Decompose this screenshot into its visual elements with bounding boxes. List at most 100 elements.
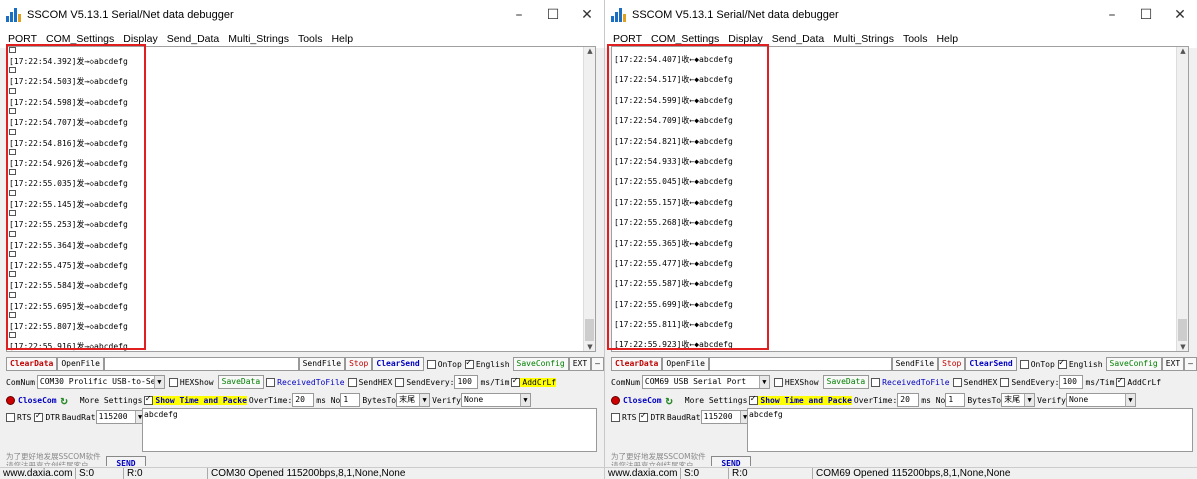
close-button[interactable]: ✕	[1163, 0, 1197, 30]
hexshow-checkbox[interactable]: HEXShow	[168, 377, 214, 387]
add-crlf-checkbox[interactable]: AddCrLf	[1116, 376, 1161, 387]
vertical-scrollbar[interactable]: ▲ ▼	[1176, 47, 1188, 351]
save-data-button[interactable]: SaveData	[822, 375, 870, 389]
save-data-button[interactable]: SaveData	[217, 375, 265, 389]
highlight-rectangle	[607, 44, 769, 350]
baud-select[interactable]: 115200 ▼	[700, 410, 751, 424]
minimize-button[interactable]: –	[502, 0, 536, 30]
scroll-up-icon[interactable]: ▲	[584, 47, 595, 55]
menu-help[interactable]: Help	[331, 33, 353, 45]
no-input[interactable]: 1	[945, 393, 966, 407]
open-file-button[interactable]: OpenFile	[57, 357, 104, 371]
baud-select[interactable]: 115200 ▼	[95, 410, 146, 424]
collapse-button[interactable]: —	[591, 357, 604, 371]
verify-select[interactable]: None ▼	[460, 393, 531, 407]
rts-checkbox[interactable]: RTS	[611, 412, 636, 422]
refresh-icon[interactable]: ↻	[61, 393, 68, 407]
menu-multi-strings[interactable]: Multi_Strings	[833, 33, 894, 45]
ms-no-label: ms No	[316, 395, 341, 405]
send-text-area[interactable]: abcdefg	[142, 408, 597, 452]
rts-checkbox[interactable]: RTS	[6, 412, 31, 422]
ontop-checkbox[interactable]: OnTop	[1019, 359, 1055, 369]
baud-label: BaudRat	[61, 412, 96, 422]
add-crlf-checkbox[interactable]: AddCrLf	[511, 376, 557, 387]
port-status-icon	[611, 395, 620, 405]
status-url[interactable]: www.daxia.com	[605, 468, 681, 479]
scroll-thumb[interactable]	[1178, 319, 1187, 341]
verify-label: Verify	[1037, 395, 1066, 405]
settings-row-3: RTS DTR BaudRat 115200▼	[611, 409, 751, 425]
close-button[interactable]: ✕	[570, 0, 604, 30]
overtime-input[interactable]: 20	[897, 393, 920, 407]
ms-no-label: ms No	[921, 395, 946, 405]
send-file-button[interactable]: SendFile	[891, 357, 939, 371]
send-every-checkbox[interactable]: SendEvery:	[1000, 377, 1059, 387]
send-every-checkbox[interactable]: SendEvery:	[395, 377, 454, 387]
title-bar[interactable]: SSCOM V5.13.1 Serial/Net data debugger –…	[605, 0, 1197, 30]
hexshow-checkbox[interactable]: HEXShow	[773, 377, 819, 387]
open-file-button[interactable]: OpenFile	[662, 357, 709, 371]
collapse-button[interactable]: —	[1184, 357, 1197, 371]
ext-button[interactable]: EXT	[1161, 357, 1185, 371]
save-config-button[interactable]: SaveConfig	[512, 357, 569, 371]
maximize-button[interactable]: ☐	[1129, 0, 1163, 30]
received-to-file-checkbox[interactable]: ReceivedToFile	[266, 377, 345, 387]
received-to-file-checkbox[interactable]: ReceivedToFile	[871, 377, 950, 387]
minimize-button[interactable]: –	[1095, 0, 1129, 30]
file-path-input[interactable]	[708, 357, 892, 371]
clear-data-button[interactable]: ClearData	[611, 357, 663, 371]
show-time-checkbox[interactable]: Show Time and Packe	[144, 394, 247, 405]
title-bar[interactable]: SSCOM V5.13.1 Serial/Net data debugger –…	[0, 0, 604, 30]
menu-tools[interactable]: Tools	[298, 33, 323, 45]
no-input[interactable]: 1	[340, 393, 361, 407]
stop-button[interactable]: Stop	[345, 357, 373, 371]
save-config-button[interactable]: SaveConfig	[1105, 357, 1162, 371]
send-hex-checkbox[interactable]: SendHEX	[347, 377, 392, 387]
scroll-thumb[interactable]	[585, 319, 594, 341]
english-checkbox[interactable]: English	[1057, 358, 1103, 369]
menu-help[interactable]: Help	[936, 33, 958, 45]
send-hex-checkbox[interactable]: SendHEX	[952, 377, 997, 387]
clear-send-button[interactable]: ClearSend	[965, 357, 1017, 371]
refresh-icon[interactable]: ↻	[666, 393, 673, 407]
scroll-up-icon[interactable]: ▲	[1177, 47, 1188, 55]
send-every-input[interactable]: 100	[1059, 375, 1084, 389]
verify-select[interactable]: None ▼	[1065, 393, 1136, 407]
close-com-button[interactable]: CloseCom	[6, 395, 57, 405]
overtime-label: OverTime:	[248, 395, 293, 405]
more-settings-button[interactable]: More Settings	[80, 396, 143, 405]
send-text-area[interactable]: abcdefg	[747, 408, 1193, 452]
window-title: SSCOM V5.13.1 Serial/Net data debugger	[27, 9, 234, 21]
more-settings-button[interactable]: More Settings	[685, 396, 748, 405]
show-time-checkbox[interactable]: Show Time and Packe	[749, 394, 852, 405]
menu-multi-strings[interactable]: Multi_Strings	[228, 33, 289, 45]
settings-row: ComNum COM69 USB Serial Port ▼ HEXShow Sa…	[611, 374, 1197, 390]
clear-data-button[interactable]: ClearData	[6, 357, 58, 371]
send-file-button[interactable]: SendFile	[298, 357, 346, 371]
status-url[interactable]: www.daxia.com	[0, 468, 76, 479]
ontop-checkbox[interactable]: OnTop	[426, 359, 462, 369]
com-port-select[interactable]: COM69 USB Serial Port ▼	[641, 375, 770, 389]
com-port-select[interactable]: COM30 Prolific USB-to-Seri ▼	[36, 375, 165, 389]
english-checkbox[interactable]: English	[464, 358, 510, 369]
stop-button[interactable]: Stop	[938, 357, 966, 371]
end-select[interactable]: 末尾 ▼	[1001, 393, 1036, 407]
dtr-checkbox[interactable]: DTR	[34, 411, 60, 422]
dropdown-arrow-icon: ▼	[153, 376, 164, 388]
maximize-button[interactable]: ☐	[536, 0, 570, 30]
app-icon	[6, 8, 22, 22]
ext-button[interactable]: EXT	[568, 357, 592, 371]
overtime-input[interactable]: 20	[292, 393, 315, 407]
scroll-down-icon[interactable]: ▼	[584, 343, 595, 351]
close-com-button[interactable]: CloseCom	[611, 395, 662, 405]
dtr-checkbox[interactable]: DTR	[639, 411, 665, 422]
end-select[interactable]: 末尾 ▼	[396, 393, 431, 407]
vertical-scrollbar[interactable]: ▲ ▼	[583, 47, 595, 351]
send-every-input[interactable]: 100	[454, 375, 479, 389]
file-path-input[interactable]	[103, 357, 299, 371]
clear-send-button[interactable]: ClearSend	[372, 357, 424, 371]
menu-tools[interactable]: Tools	[903, 33, 928, 45]
scroll-down-icon[interactable]: ▼	[1177, 343, 1188, 351]
menu-send-data[interactable]: Send_Data	[167, 33, 220, 45]
menu-send-data[interactable]: Send_Data	[772, 33, 825, 45]
